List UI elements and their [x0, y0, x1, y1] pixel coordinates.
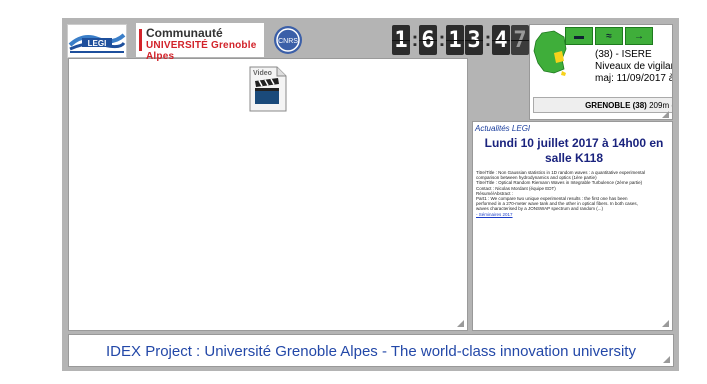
resize-handle[interactable] [663, 356, 670, 363]
seminaires-link[interactable]: - Séminaires 2017 [476, 212, 672, 217]
clock-digit: 4 [492, 25, 510, 55]
legi-logo: LEGI [67, 24, 127, 58]
car-icon: ▬ [565, 27, 593, 45]
wave-icon: ≈ [595, 27, 623, 45]
clock-digit: 6 [419, 25, 437, 55]
weather-location-bar: GRENOBLE (38) 209m ( [533, 97, 673, 113]
video-file-icon[interactable]: Video [249, 66, 287, 112]
uga-logo-bar [139, 29, 142, 51]
legi-logo-icon: LEGI [68, 33, 126, 53]
news-title: Lundi 10 juillet 2017 à 14h00 en salle K… [484, 136, 664, 165]
news-body: Titre/Title : Non Gaussian statistics in… [476, 170, 672, 217]
weather-update-line: maj: 11/09/2017 à [595, 73, 673, 84]
news-panel: Actualités LEGI Lundi 10 juillet 2017 à … [472, 121, 673, 331]
digital-clock: 1 : 6 : 1 3 : 4 7 [392, 24, 530, 56]
clock-colon: : [411, 28, 419, 51]
svg-text:Video: Video [253, 70, 272, 77]
weather-location-altitude: 209m ( [649, 101, 673, 110]
weather-vigilance-widget[interactable]: ▬ ≈ → (38) - ISERE Niveaux de vigilanc m… [529, 24, 673, 120]
weather-text: (38) - ISERE Niveaux de vigilanc maj: 11… [595, 49, 673, 85]
resize-handle[interactable] [662, 320, 669, 327]
clock-digit: 3 [465, 25, 483, 55]
clock-colon: : [484, 28, 492, 51]
resize-handle[interactable] [662, 111, 669, 118]
svg-text:CNRS: CNRS [278, 38, 298, 45]
cnrs-logo-icon: CNRS [274, 26, 302, 54]
clapperboard-icon: Video [249, 66, 287, 112]
weather-location-name: GRENOBLE (38) [585, 101, 647, 110]
weather-department: (38) - ISERE [595, 49, 652, 60]
uga-logo: Communauté UNIVERSITÉ Grenoble Alpes [136, 23, 264, 62]
footer-text: IDEX Project : Université Grenoble Alpes… [106, 343, 636, 360]
footer-banner: IDEX Project : Université Grenoble Alpes… [68, 334, 674, 367]
clock-digit: 7 [511, 25, 529, 55]
france-map-icon [532, 29, 568, 77]
vigilance-icons: ▬ ≈ → [565, 27, 655, 45]
wind-icon: → [625, 27, 653, 45]
uga-logo-line2: UNIVERSITÉ Grenoble Alpes [146, 40, 257, 62]
clock-digit: 1 [446, 25, 464, 55]
svg-text:LEGI: LEGI [88, 39, 107, 48]
clock-colon: : [438, 28, 446, 51]
news-section-label: Actualités LEGI [475, 124, 531, 133]
weather-vigilance-line: Niveaux de vigilanc [595, 61, 673, 72]
clock-digit: 1 [392, 25, 410, 55]
cnrs-logo: CNRS [273, 24, 303, 56]
resize-handle[interactable] [457, 320, 464, 327]
uga-logo-line1: Communauté [146, 26, 223, 40]
